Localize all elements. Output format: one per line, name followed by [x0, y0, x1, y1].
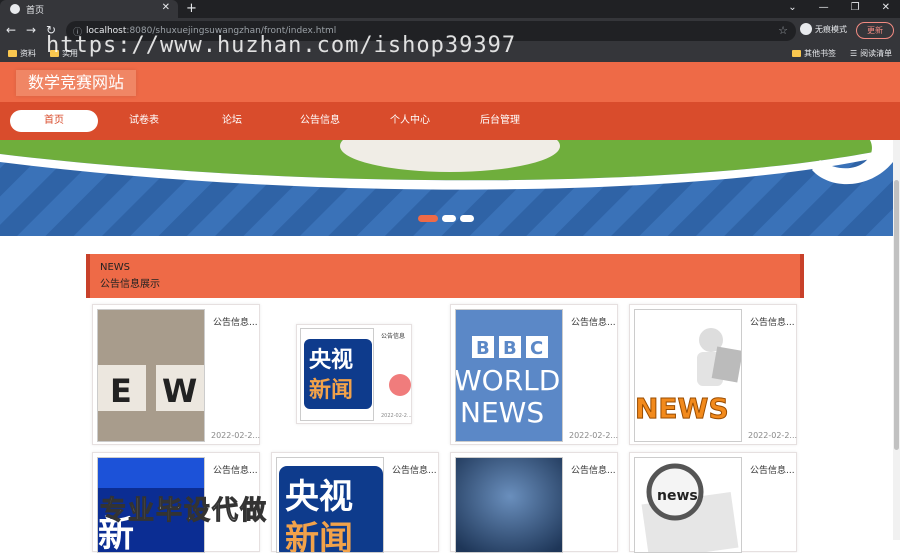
update-button[interactable]: 更新 [856, 22, 894, 39]
nav-home[interactable]: 首页 [10, 110, 98, 132]
svg-text:E: E [110, 372, 132, 410]
close-tab-icon[interactable]: ✕ [162, 2, 170, 13]
address-bar-row: ← → ↻ ⓘ localhost :8080/shuxuejingsuwang… [0, 18, 900, 44]
svg-text:WORLD: WORLD [456, 364, 560, 397]
bookmarks-bar: 资料 实用 其他书签 ☰ 阅读清单 [0, 44, 900, 62]
svg-text:C: C [530, 338, 543, 359]
nav-forum[interactable]: 论坛 [188, 110, 276, 132]
mouse-cursor-highlight [389, 374, 411, 396]
svg-text:NEWS: NEWS [635, 392, 729, 425]
browser-tab-bar: 首页 ✕ + ⌄ — ❐ ✕ [0, 0, 900, 18]
reload-icon[interactable]: ↻ [46, 23, 56, 37]
news-heading-en: NEWS [100, 262, 131, 273]
svg-text:央视: 央视 [285, 477, 353, 517]
nav-announcements[interactable]: 公告信息 [276, 110, 364, 132]
nav-profile[interactable]: 个人中心 [366, 110, 454, 132]
site-header: 数学竞赛网站 [0, 62, 900, 102]
scrollbar-thumb[interactable] [894, 180, 899, 450]
url-input[interactable]: ⓘ localhost :8080/shuxuejingsuwangzhan/f… [66, 21, 796, 41]
site-info-icon[interactable]: ⓘ [73, 25, 82, 38]
news-title: 公告信息... [213, 466, 258, 476]
bookmark-item[interactable]: 资料 [8, 48, 36, 59]
news-image: news [634, 457, 742, 553]
folder-icon [792, 50, 801, 57]
news-image: NEWS [634, 309, 742, 442]
news-section-header: NEWS 公告信息展示 [86, 254, 804, 298]
incognito-label: 无痕模式 [815, 24, 847, 34]
bookmark-star-icon[interactable]: ☆ [778, 24, 788, 37]
news-card[interactable]: B B C WORLD NEWS 公告信息... 2022-02-2... [450, 304, 618, 445]
incognito-indicator[interactable]: 无痕模式 [800, 23, 847, 35]
news-title: 公告信息 [381, 333, 406, 340]
new-tab-icon[interactable]: + [186, 1, 197, 16]
news-image: 央视 新闻 [276, 457, 384, 553]
nav-papers[interactable]: 试卷表 [100, 110, 188, 132]
window-controls: ⌄ — ❐ ✕ [788, 2, 890, 13]
news-card[interactable]: E W 公告信息... 2022-02-2... [92, 304, 260, 445]
svg-text:新闻: 新闻 [309, 377, 353, 403]
chevron-down-icon[interactable]: ⌄ [788, 2, 796, 13]
bookmark-item[interactable]: 其他书签 [792, 48, 836, 59]
news-date: 2022-02-2... [381, 413, 412, 419]
news-card[interactable]: 公告信息... [450, 452, 618, 553]
news-title: 公告信息... [571, 466, 616, 476]
overlay-watermark-text: 专业毕设代做 [99, 496, 269, 527]
carousel-dot[interactable] [418, 215, 438, 222]
url-path: :8080/shuxuejingsuwangzhan/front/index.h… [126, 26, 337, 36]
reading-list-icon: ☰ [850, 49, 858, 58]
svg-text:W: W [162, 372, 197, 410]
site-title: 数学竞赛网站 [16, 70, 137, 96]
svg-text:央视: 央视 [309, 347, 353, 373]
news-image: B B C WORLD NEWS [455, 309, 563, 442]
back-icon[interactable]: ← [6, 23, 16, 37]
main-nav: 首页 试卷表 论坛 公告信息 个人中心 后台管理 [0, 102, 900, 140]
news-title: 公告信息... [392, 466, 437, 476]
forward-icon[interactable]: → [26, 23, 36, 37]
browser-tab[interactable]: 首页 ✕ [0, 0, 178, 18]
news-image: 央视 新闻 [300, 328, 374, 421]
restore-icon[interactable]: ❐ [851, 2, 860, 13]
svg-text:NEWS: NEWS [460, 396, 544, 429]
svg-text:news: news [657, 488, 698, 504]
news-date: 2022-02-2... [569, 431, 619, 440]
carousel-dots [418, 215, 474, 222]
minimize-icon[interactable]: — [819, 2, 829, 13]
news-title: 公告信息... [750, 466, 795, 476]
news-card[interactable]: 央视 新闻 公告信息... [271, 452, 439, 553]
news-card[interactable]: NEWS 公告信息... 2022-02-2... [629, 304, 797, 445]
news-title: 公告信息... [571, 318, 616, 328]
banner-carousel[interactable] [0, 140, 893, 236]
folder-icon [8, 50, 17, 57]
news-image: E W [97, 309, 205, 442]
news-date: 2022-02-2... [211, 431, 261, 440]
tab-title: 首页 [26, 5, 45, 16]
svg-text:新闻: 新闻 [285, 519, 353, 553]
url-host: localhost [86, 26, 127, 36]
nav-admin[interactable]: 后台管理 [456, 110, 544, 132]
folder-icon [50, 50, 59, 57]
incognito-icon [800, 23, 812, 35]
svg-text:B: B [476, 338, 490, 359]
news-card[interactable]: news 公告信息... [629, 452, 797, 553]
news-date: 2022-02-2... [748, 431, 798, 440]
reading-list[interactable]: ☰ 阅读清单 [850, 48, 892, 59]
tab-favicon-icon [10, 4, 20, 14]
bookmark-item[interactable]: 实用 [50, 48, 78, 59]
news-title: 公告信息... [750, 318, 795, 328]
carousel-dot[interactable] [442, 215, 456, 222]
news-heading-cn: 公告信息展示 [100, 279, 160, 290]
svg-text:B: B [503, 338, 517, 359]
close-window-icon[interactable]: ✕ [882, 2, 890, 13]
news-image [455, 457, 563, 553]
carousel-dot[interactable] [460, 215, 474, 222]
news-title: 公告信息... [213, 318, 258, 328]
